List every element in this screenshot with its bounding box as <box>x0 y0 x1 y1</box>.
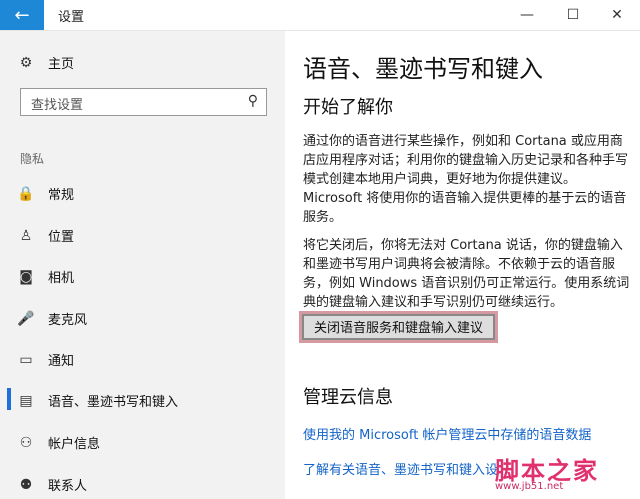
close-icon: ✕ <box>611 7 623 23</box>
notification-icon: ▭ <box>19 351 33 368</box>
sidebar-item-contacts[interactable]: ⚉ 联系人 <box>18 475 88 495</box>
back-arrow-icon: ← <box>14 4 30 26</box>
section-title-cloud-info: 管理云信息 <box>303 387 393 408</box>
section-title-get-to-know: 开始了解你 <box>303 97 393 118</box>
watermark-url: www.jb51.net <box>495 481 564 492</box>
close-button[interactable]: ✕ <box>594 0 640 30</box>
lock-icon: 🔒 <box>17 185 35 202</box>
location-icon: ♙ <box>19 227 33 244</box>
back-button[interactable]: ← <box>0 0 44 30</box>
sidebar-item-label: 位置 <box>48 230 75 245</box>
description-paragraph-1: 通过你的语音进行某些操作，例如和 Cortana 或应用商店应用程序对话；利用你… <box>303 134 629 225</box>
search-icon[interactable]: ⚲ <box>248 93 258 109</box>
manage-cloud-voice-data-link[interactable]: 使用我的 Microsoft 帐户管理云中存储的语音数据 <box>303 424 591 443</box>
description-paragraph-2: 将它关闭后，你将无法对 Cortana 说话，你的键盘输入和墨迹书写用户词典将会… <box>303 238 630 310</box>
main-content: 语音、墨迹书写和键入 开始了解你 通过你的语音进行某些操作，例如和 Cortan… <box>285 31 640 499</box>
sidebar-item-notifications[interactable]: ▭ 通知 <box>18 350 75 370</box>
window-title: 设置 <box>58 10 85 25</box>
minimize-icon: — <box>520 7 534 23</box>
sidebar-item-label: 常规 <box>48 188 75 203</box>
page-title: 语音、墨迹书写和键入 <box>303 55 543 83</box>
document-icon: ▤ <box>19 392 33 409</box>
sidebar-item-location[interactable]: ♙ 位置 <box>18 226 75 246</box>
contacts-icon: ⚉ <box>19 476 33 493</box>
camera-icon: ◙ <box>19 268 33 285</box>
account-icon: ⚇ <box>19 434 33 451</box>
title-bar: ← 设置 — ☐ ✕ <box>0 0 640 31</box>
sidebar-item-label: 帐户信息 <box>48 437 101 452</box>
microphone-icon: 🎤 <box>17 310 35 327</box>
learn-more-link[interactable]: 了解有关语音、墨迹书写和键入设 <box>303 459 498 478</box>
gear-icon: ⚙ <box>19 54 33 71</box>
minimize-button[interactable]: — <box>504 0 550 30</box>
sidebar-item-label: 语音、墨迹书写和键入 <box>48 395 179 410</box>
nav-home-label: 主页 <box>48 57 75 72</box>
search-input[interactable]: 查找设置 ⚲ <box>20 88 267 116</box>
sidebar-item-speech-inking-typing[interactable]: ▤ 语音、墨迹书写和键入 <box>18 391 179 411</box>
section-heading: 隐私 <box>20 152 45 166</box>
turn-off-speech-services-button[interactable]: 关闭语音服务和键盘输入建议 <box>302 314 496 340</box>
search-placeholder: 查找设置 <box>31 98 84 113</box>
sidebar-item-label: 通知 <box>48 354 75 369</box>
sidebar-item-label: 麦克风 <box>48 313 88 328</box>
sidebar-item-label: 联系人 <box>48 479 88 494</box>
sidebar-item-account-info[interactable]: ⚇ 帐户信息 <box>18 433 101 453</box>
active-indicator <box>7 388 11 410</box>
sidebar-item-general[interactable]: 🔒 常规 <box>17 184 75 204</box>
button-highlight: 关闭语音服务和键盘输入建议 <box>299 311 499 343</box>
maximize-icon: ☐ <box>566 7 580 23</box>
maximize-button[interactable]: ☐ <box>550 0 596 30</box>
sidebar-item-label: 相机 <box>48 271 75 286</box>
sidebar: ⚙ 主页 查找设置 ⚲ 隐私 🔒 常规 ♙ 位置 ◙ 相机 🎤 麦克风 ▭ 通知… <box>0 31 285 499</box>
sidebar-item-microphone[interactable]: 🎤 麦克风 <box>17 309 88 329</box>
nav-home[interactable]: ⚙ 主页 <box>18 53 75 73</box>
sidebar-item-camera[interactable]: ◙ 相机 <box>18 267 75 287</box>
